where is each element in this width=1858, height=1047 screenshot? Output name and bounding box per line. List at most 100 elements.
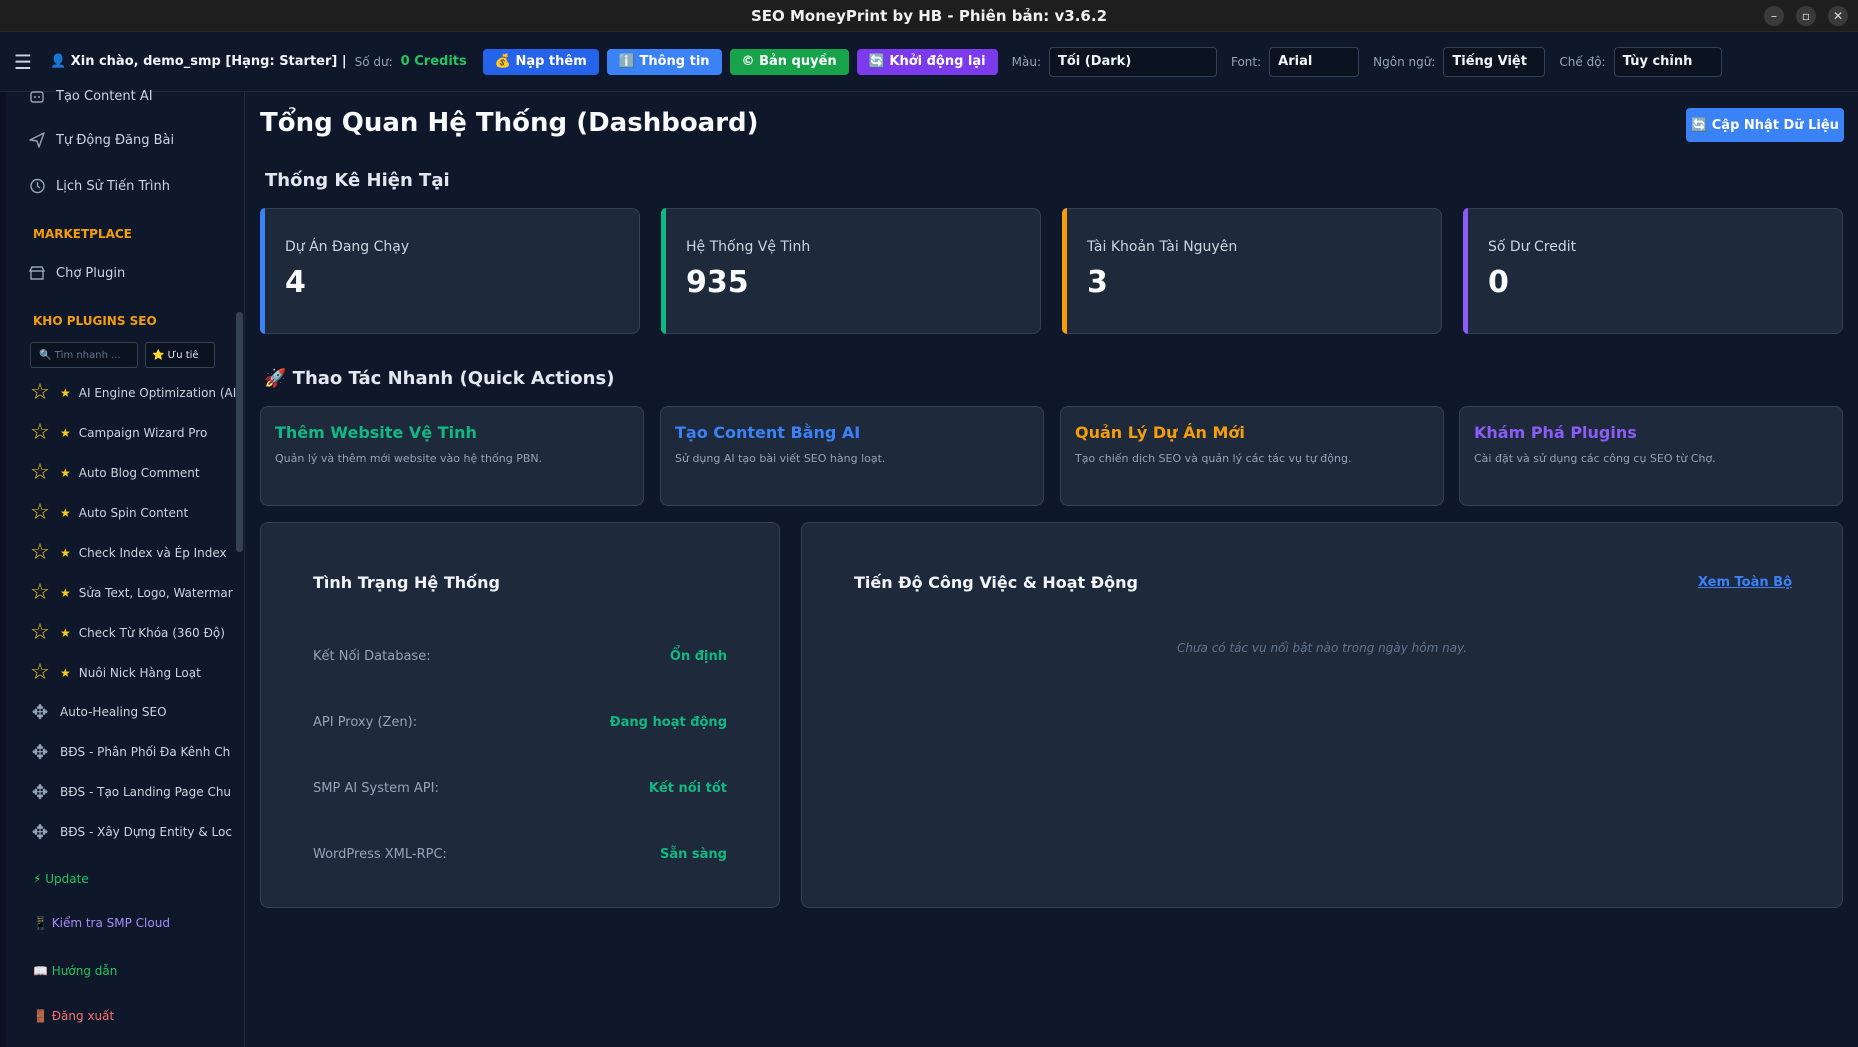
stats-section-title: Thống Kê Hiện Tại [265, 170, 450, 191]
quick-action-card[interactable]: Tạo Content Bằng AI Sử dụng AI tạo bài vi… [660, 406, 1044, 506]
stat-card: Hệ Thống Vệ Tinh 935 [661, 208, 1041, 334]
plugin-item[interactable]: ☆ ★ Check Từ Khóa (360 Độ) [28, 622, 238, 644]
star-outline-icon[interactable]: ☆ [28, 462, 52, 484]
quick-action-title: Quản Lý Dự Án Mới [1075, 423, 1245, 442]
top-toolbar: ☰ 👤 Xin chào, demo_smp [Hạng: Starter] |… [0, 32, 1858, 92]
quick-action-card[interactable]: Khám Phá Plugins Cài đặt và sử dụng các c… [1459, 406, 1843, 506]
plugin-label: Sửa Text, Logo, Watermar [78, 586, 233, 600]
plugin-label: Auto-Healing SEO [60, 705, 167, 719]
minimize-icon[interactable]: – [1764, 6, 1784, 26]
puzzle-icon[interactable]: ✥ [28, 742, 52, 762]
plugin-item[interactable]: ☆ ★ Nuôi Nick Hàng Loạt [28, 662, 238, 684]
plugin-item[interactable]: ☆ ★ Check Index và Ép Index [28, 542, 238, 564]
quick-actions-title: 🚀 Thao Tác Nhanh (Quick Actions) [264, 368, 615, 389]
favorite-filter-button[interactable]: ⭐ Ưu tiê [145, 342, 215, 368]
status-row: SMP AI System API: Kết nối tốt [313, 781, 727, 796]
status-row: WordPress XML-RPC: Sẵn sàng [313, 847, 727, 862]
puzzle-icon[interactable]: ✥ [28, 702, 52, 722]
favorite-star-icon: ★ [60, 626, 71, 640]
refresh-data-button[interactable]: 🔄 Cập Nhật Dữ Liệu [1686, 108, 1844, 142]
stat-value: 4 [285, 265, 306, 300]
history-icon [30, 178, 45, 194]
view-all-link[interactable]: Xem Toàn Bộ [1698, 575, 1792, 590]
quick-action-card[interactable]: Quản Lý Dự Án Mới Tạo chiến dịch SEO và q… [1060, 406, 1444, 506]
plugin-label: Campaign Wizard Pro [78, 426, 208, 440]
plugin-item[interactable]: ☆ ★ Auto Spin Content [28, 502, 238, 524]
sidebar-item-auto-post[interactable]: Tự Động Đăng Bài [28, 131, 174, 149]
plugin-item[interactable]: ✥ Auto-Healing SEO [28, 702, 238, 722]
quick-action-card[interactable]: Thêm Website Vệ Tinh Quản lý và thêm mới … [260, 406, 644, 506]
star-outline-icon[interactable]: ☆ [28, 622, 52, 644]
star-outline-icon[interactable]: ☆ [28, 662, 52, 684]
star-outline-icon[interactable]: ☆ [28, 422, 52, 444]
favorite-star-icon: ★ [60, 506, 71, 520]
plugin-item[interactable]: ✥ BĐS - Xây Dựng Entity & Loc [28, 822, 238, 842]
topup-button[interactable]: 💰 Nạp thêm [482, 48, 599, 75]
send-icon [29, 132, 45, 148]
sidebar-item-plugin-market[interactable]: Chợ Plugin [28, 264, 125, 282]
user-greeting: 👤 Xin chào, demo_smp [Hạng: Starter] | [50, 54, 347, 69]
font-select[interactable]: Arial [1269, 46, 1360, 77]
stat-value: 935 [686, 265, 749, 300]
status-key: SMP AI System API: [313, 781, 439, 796]
quick-action-description: Sử dụng AI tạo bài viết SEO hàng loạt. [675, 452, 886, 465]
system-status-panel: Tình Trạng Hệ Thống Kết Nối Database: Ổn … [260, 522, 780, 908]
sidebar-item-history[interactable]: Lịch Sử Tiến Trình [28, 177, 170, 195]
color-select[interactable]: Tối (Dark) [1048, 46, 1217, 77]
plugin-label: Nuôi Nick Hàng Loạt [78, 666, 201, 680]
puzzle-icon[interactable]: ✥ [28, 822, 52, 842]
activity-panel: Tiến Độ Công Việc & Hoạt Động Xem Toàn B… [801, 522, 1843, 908]
status-value: Đang hoạt động [609, 715, 727, 730]
quick-action-description: Quản lý và thêm mới website vào hệ thống… [275, 452, 543, 465]
status-row: Kết Nối Database: Ổn định [313, 649, 727, 664]
plugin-item[interactable]: ☆ ★ AI Engine Optimization (AI [28, 382, 238, 404]
sidebar-edge [0, 92, 6, 1047]
favorite-star-icon: ★ [60, 586, 71, 600]
info-button[interactable]: ℹ️ Thông tin [606, 48, 722, 75]
plugin-item[interactable]: ✥ BĐS - Phân Phối Đa Kênh Ch [28, 742, 238, 762]
status-key: API Proxy (Zen): [313, 715, 418, 730]
star-outline-icon[interactable]: ☆ [28, 382, 52, 404]
stat-card: Tài Khoản Tài Nguyên 3 [1062, 208, 1442, 334]
stat-accent-bar [1062, 208, 1067, 334]
language-label: Ngôn ngữ: [1373, 54, 1436, 69]
plugins-section-title: KHO PLUGINS SEO [33, 314, 157, 328]
mode-label: Chế độ: [1559, 54, 1606, 69]
update-link[interactable]: ⚡ Update [33, 872, 89, 886]
plugin-label: AI Engine Optimization (AI [78, 386, 237, 400]
plugin-search-input[interactable]: 🔍 Tìm nhanh ... [30, 342, 138, 368]
plugin-label: Auto Spin Content [78, 506, 189, 520]
maximize-icon[interactable]: ▫ [1796, 6, 1816, 26]
plugin-item[interactable]: ✥ BĐS - Tạo Landing Page Chu [28, 782, 238, 802]
stat-label: Hệ Thống Vệ Tinh [686, 239, 811, 255]
sidebar-item-content-ai[interactable]: Tạo Content AI [28, 87, 153, 105]
quick-action-title: Thêm Website Vệ Tinh [275, 423, 477, 442]
restart-button[interactable]: 🔄 Khởi động lại [856, 48, 998, 75]
robot-icon [30, 91, 44, 103]
star-outline-icon[interactable]: ☆ [28, 582, 52, 604]
stat-label: Tài Khoản Tài Nguyên [1087, 239, 1238, 255]
activity-empty-message: Chưa có tác vụ nổi bật nào trong ngày hô… [1176, 641, 1468, 655]
license-button[interactable]: © Bản quyền [729, 48, 849, 75]
star-outline-icon[interactable]: ☆ [28, 542, 52, 564]
smp-cloud-link[interactable]: 📱 Kiểm tra SMP Cloud [33, 916, 170, 930]
puzzle-icon[interactable]: ✥ [28, 782, 52, 802]
language-select[interactable]: Tiếng Việt [1443, 46, 1546, 77]
plugin-label: Check Từ Khóa (360 Độ) [78, 626, 225, 640]
plugin-item[interactable]: ☆ ★ Campaign Wizard Pro [28, 422, 238, 444]
status-value: Sẵn sàng [660, 847, 727, 862]
activity-title: Tiến Độ Công Việc & Hoạt Động [854, 573, 1138, 592]
guide-link[interactable]: 📖 Hướng dẫn [33, 964, 117, 978]
hamburger-menu-icon[interactable]: ☰ [14, 50, 36, 74]
close-icon[interactable]: ✕ [1828, 6, 1848, 26]
sidebar: Tạo Content AI Tự Động Đăng Bài Lịch Sử … [0, 89, 245, 1047]
mode-select[interactable]: Tùy chỉnh [1613, 46, 1722, 77]
status-key: Kết Nối Database: [313, 649, 431, 664]
plugin-item[interactable]: ☆ ★ Sửa Text, Logo, Watermar [28, 582, 238, 604]
star-outline-icon[interactable]: ☆ [28, 502, 52, 524]
window-title: SEO MoneyPrint by HB - Phiên bản: v3.6.2 [750, 6, 1107, 25]
plugin-label: Auto Blog Comment [78, 466, 200, 480]
plugin-item[interactable]: ☆ ★ Auto Blog Comment [28, 462, 238, 484]
logout-link[interactable]: 🚪 Đăng xuất [33, 1009, 114, 1023]
stat-label: Số Dư Credit [1488, 239, 1577, 255]
